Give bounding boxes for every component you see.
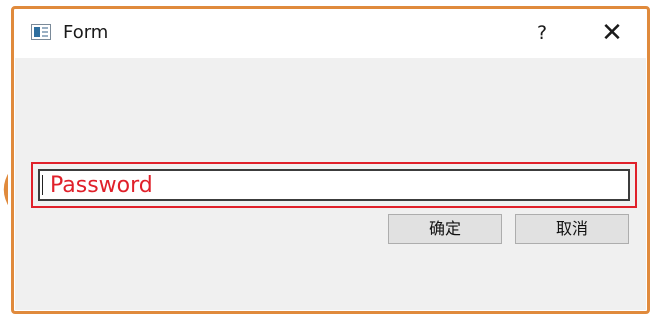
text-cursor (42, 175, 43, 195)
annotation-bracket: ( (0, 154, 8, 224)
close-icon[interactable]: ✕ (595, 16, 629, 50)
cancel-button[interactable]: 取消 (515, 214, 629, 244)
screenshot-stage: ( Form ? ✕ 确定 取消 (0, 0, 659, 320)
password-input[interactable] (38, 169, 630, 201)
ok-button[interactable]: 确定 (388, 214, 502, 244)
application-window-icon (31, 24, 51, 40)
help-button[interactable]: ? (525, 16, 559, 50)
form-window: Form ? ✕ 确定 取消 (15, 10, 646, 310)
title-bar[interactable]: Form ? ✕ (15, 10, 646, 58)
window-title: Form (63, 22, 109, 43)
